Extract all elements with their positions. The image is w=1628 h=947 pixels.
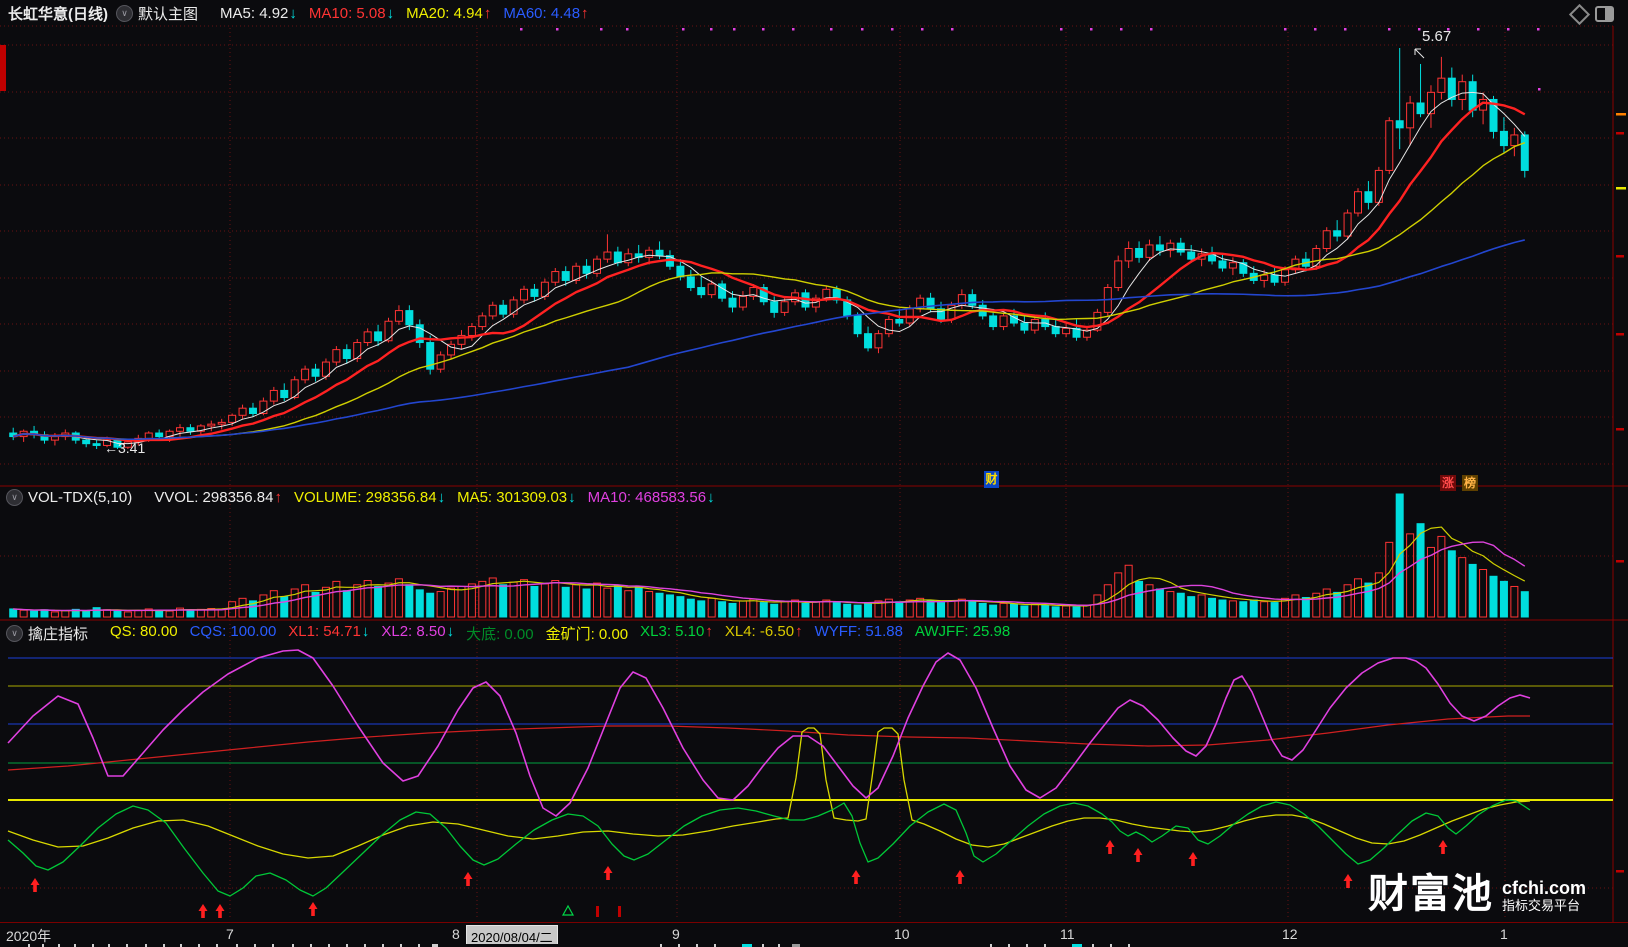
- down-arrow-icon: ↓: [289, 5, 297, 22]
- axis-month-label: 12: [1282, 926, 1298, 942]
- view-selector[interactable]: 默认主图: [138, 3, 198, 24]
- indicator-reading: MA5: 4.92: [220, 5, 289, 22]
- diamond-icon[interactable]: [1568, 3, 1591, 25]
- limit-up-marker[interactable]: 涨: [1440, 475, 1456, 491]
- news-marker[interactable]: 财: [984, 471, 999, 488]
- indicator-reading: MA20: 4.94: [406, 5, 483, 22]
- volume-indicator-name[interactable]: VOL-TDX(5,10): [28, 489, 132, 506]
- indicator-reading: MA10: 5.08: [308, 5, 386, 22]
- indicator-reading: MA5: 301309.03: [457, 489, 568, 506]
- indicator-reading: MA10: 468583.56: [587, 489, 707, 506]
- up-arrow-icon: ↑: [274, 489, 282, 506]
- chevron-down-icon[interactable]: ∨: [6, 625, 23, 642]
- ranking-marker[interactable]: 榜: [1462, 475, 1478, 491]
- axis-month-label: 1: [1500, 926, 1508, 942]
- oscillator-readings: QS: 80.00 CQS: 100.00 XL1: 54.71 ↓ XL2: 8.50…: [98, 623, 1010, 644]
- axis-month-label: 10: [894, 926, 910, 942]
- stock-chart-app: 长虹华意(日线) ∨ 默认主图 MA5: 4.92 ↓ MA10: 5.08 ↓ MA2…: [0, 0, 1628, 947]
- volume-panel-header: ∨ VOL-TDX(5,10) VVOL: 298356.84 ↑ VOLUME: …: [4, 489, 715, 506]
- indicator-reading: 金矿门: 0.00: [545, 626, 629, 643]
- time-axis[interactable]: 2020年 7 8 9 10 11 12 1 2020/08/04/二: [0, 922, 1628, 947]
- watermark-brand: 财富池: [1368, 872, 1494, 916]
- axis-month-label: 8: [452, 926, 460, 942]
- indicator-reading: VOLUME: 298356.84: [293, 489, 437, 506]
- indicator-reading: XL4: -6.50: [724, 623, 795, 640]
- indicator-reading: CQS: 100.00: [189, 623, 277, 640]
- panel-layout-icon[interactable]: [1595, 6, 1614, 22]
- indicator-reading: MA60: 4.48: [503, 5, 581, 22]
- low-price-annotation: ←3.41: [104, 440, 146, 456]
- up-arrow-icon: ↑: [795, 623, 803, 640]
- oscillator-panel-header: ∨ 擒庄指标 QS: 80.00 CQS: 100.00 XL1: 54.71 ↓ XL…: [4, 623, 1010, 644]
- axis-month-label: 9: [672, 926, 680, 942]
- main-chart-header: 长虹华意(日线) ∨ 默认主图 MA5: 4.92 ↓ MA10: 5.08 ↓ MA2…: [8, 3, 589, 24]
- down-arrow-icon: ↓: [446, 623, 455, 640]
- chart-canvas[interactable]: [0, 0, 1628, 947]
- up-arrow-icon: ↑: [705, 623, 713, 640]
- left-edge-marker: [0, 45, 6, 91]
- chevron-down-icon[interactable]: ∨: [6, 489, 23, 506]
- oscillator-indicator-name[interactable]: 擒庄指标: [28, 623, 88, 644]
- page-title: 长虹华意(日线): [8, 6, 108, 23]
- indicator-reading: WYFF: 51.88: [814, 623, 903, 640]
- indicator-reading: XL1: 54.71: [288, 623, 361, 640]
- up-arrow-icon: ↑: [483, 5, 492, 22]
- down-arrow-icon: ↓: [386, 5, 395, 22]
- indicator-reading: 大底: 0.00: [466, 626, 534, 643]
- indicator-reading: XL2: 8.50: [381, 623, 446, 640]
- axis-month-label: 11: [1060, 926, 1075, 942]
- watermark: 财富池 cfchi.com 指标交易平台: [1368, 874, 1586, 914]
- axis-month-label: 7: [226, 926, 234, 942]
- watermark-tagline: 指标交易平台: [1502, 898, 1581, 914]
- indicator-reading: QS: 80.00: [110, 623, 178, 640]
- volume-readings: VVOL: 298356.84 ↑ VOLUME: 298356.84 ↓ MA5: 3…: [142, 489, 714, 506]
- up-arrow-icon: ↑: [581, 5, 589, 22]
- indicator-reading: XL3: 5.10: [640, 623, 705, 640]
- indicator-reading: AWJFF: 25.98: [914, 623, 1011, 640]
- high-price-annotation: 5.67: [1422, 28, 1452, 45]
- down-arrow-icon: ↓: [707, 489, 715, 506]
- down-arrow-icon: ↓: [568, 489, 576, 506]
- axis-month-label: 2020年: [6, 928, 52, 944]
- watermark-domain: cfchi.com: [1502, 878, 1587, 899]
- indicator-reading: VVOL: 298356.84: [154, 489, 274, 506]
- down-arrow-icon: ↓: [361, 623, 370, 640]
- down-arrow-icon: ↓: [437, 489, 446, 506]
- chevron-down-icon[interactable]: ∨: [116, 5, 133, 22]
- ma-readings: MA5: 4.92 ↓ MA10: 5.08 ↓ MA20: 4.94 ↑ MA60: 4.…: [208, 5, 589, 22]
